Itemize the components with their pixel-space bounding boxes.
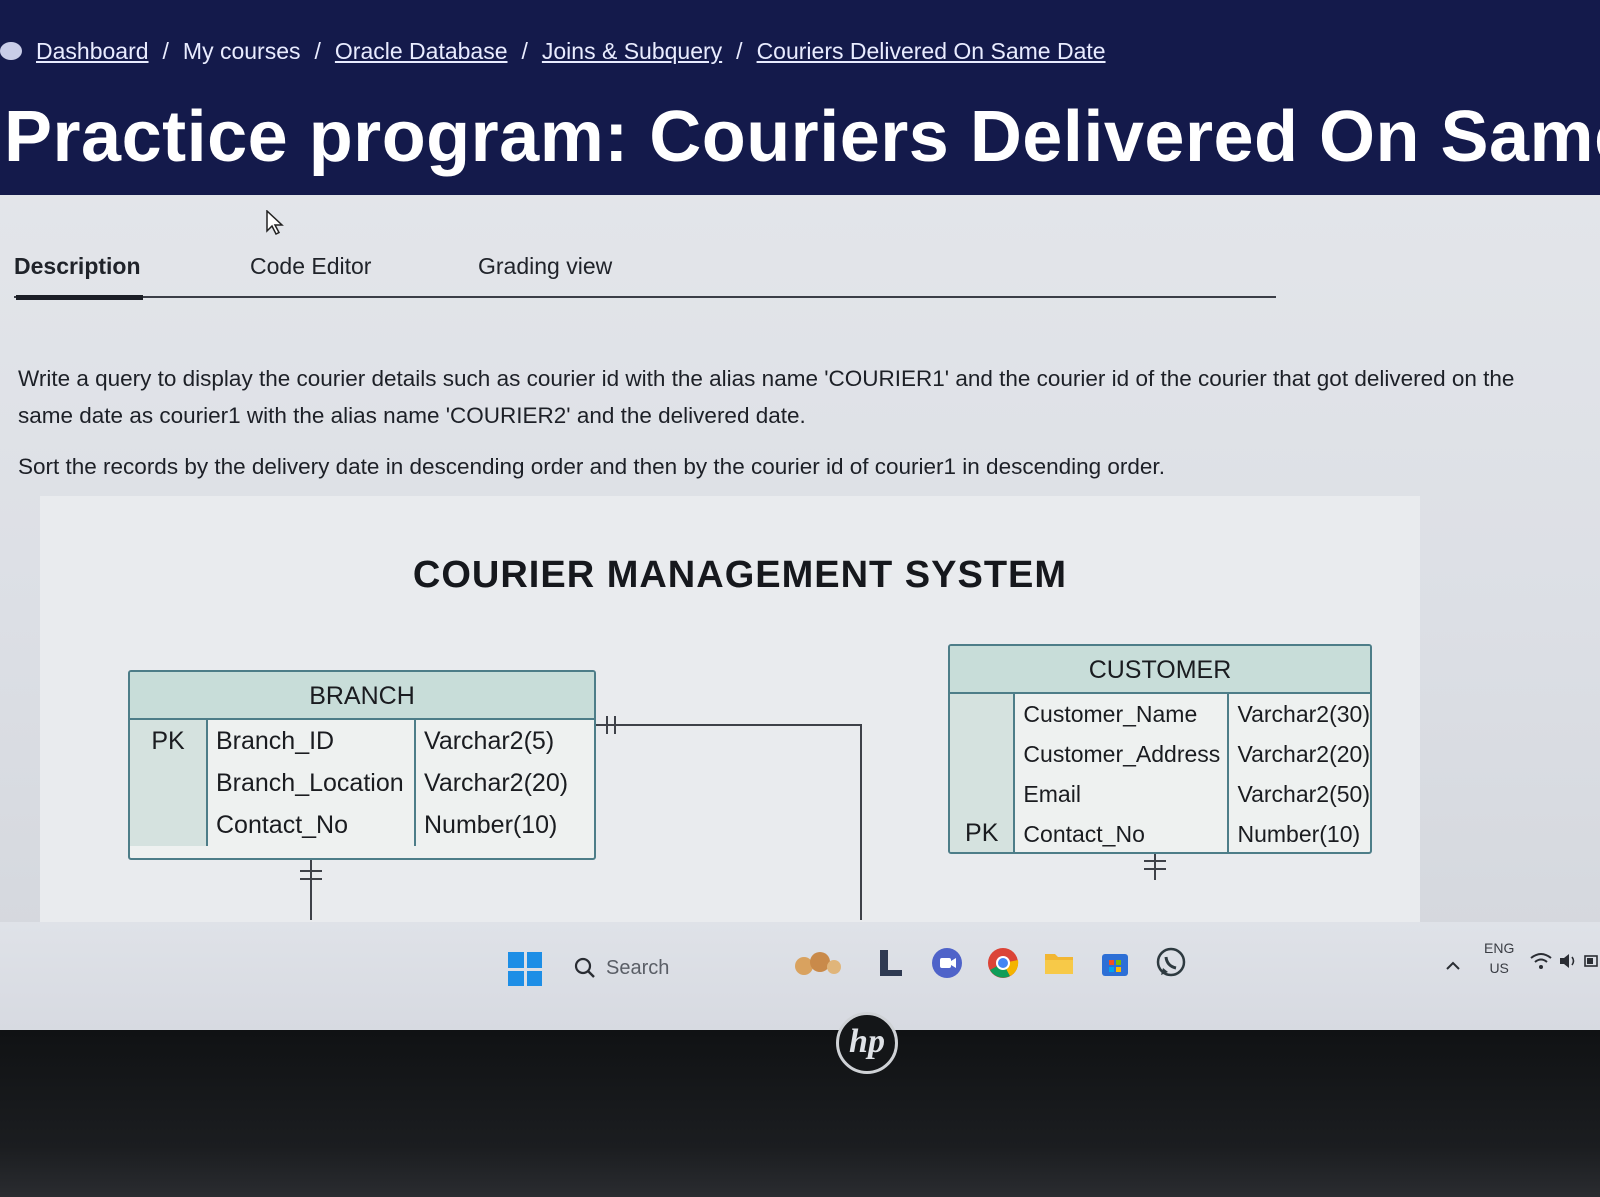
- field-name-column: Customer_Name Customer_Address Email Con…: [1015, 694, 1230, 852]
- widgets-icon[interactable]: [790, 946, 844, 980]
- language-indicator[interactable]: ENG US: [1484, 940, 1514, 976]
- tab-code-editor[interactable]: Code Editor: [250, 236, 371, 296]
- file-icon[interactable]: [874, 946, 908, 980]
- microsoft-store-icon[interactable]: [1098, 946, 1132, 980]
- screen: Dashboard / My courses / Oracle Database…: [0, 0, 1600, 1030]
- description-paragraph: Sort the records by the delivery date in…: [18, 454, 1165, 479]
- branch-entity: BRANCH PK Branch_ID Branch_Location Cont…: [128, 670, 596, 860]
- tab-bar: Description Code Editor Grading view: [14, 236, 1276, 300]
- pk-label: PK: [151, 727, 185, 755]
- field-type: Varchar2(20): [424, 769, 569, 797]
- cardinality-mark: [1144, 860, 1166, 862]
- field-type: Number(10): [424, 811, 558, 839]
- field-type: Number(10): [1237, 821, 1361, 847]
- relationship-line: [860, 724, 862, 920]
- description-paragraph: Write a query to display the courier det…: [18, 366, 1515, 428]
- battery-icon[interactable]: [1584, 954, 1598, 968]
- taskbar: Search ENG US: [0, 922, 1600, 1030]
- pk-column: PK: [950, 694, 1016, 852]
- pk-column: PK: [130, 720, 208, 846]
- search-icon: [574, 957, 595, 978]
- breadcrumb-separator: /: [162, 37, 169, 64]
- tab-description[interactable]: Description: [14, 236, 143, 300]
- tab-label: Code Editor: [250, 252, 372, 279]
- cardinality-mark: [614, 716, 616, 734]
- hp-logo: hp: [836, 1012, 898, 1074]
- relationship-line: [1154, 852, 1156, 880]
- region-label: US: [1489, 960, 1509, 976]
- wifi-icon[interactable]: [1530, 952, 1552, 970]
- breadcrumb-course[interactable]: Oracle Database: [335, 38, 508, 65]
- field-type: Varchar2(20): [1237, 741, 1370, 767]
- field-name: Branch_Location: [216, 769, 404, 797]
- field-name: Contact_No: [216, 811, 349, 839]
- breadcrumb-separator: /: [314, 37, 321, 64]
- page-title: Practice program: Couriers Delivered On …: [4, 97, 1600, 177]
- breadcrumb-separator: /: [736, 37, 743, 64]
- field-name: Contact_No: [1023, 821, 1145, 847]
- breadcrumb-separator: /: [521, 37, 528, 64]
- field-name: Email: [1023, 781, 1081, 807]
- field-name: Customer_Name: [1023, 701, 1198, 727]
- chrome-icon[interactable]: [986, 946, 1020, 980]
- relationship-line: [310, 860, 312, 920]
- entity-name: BRANCH: [130, 672, 594, 720]
- problem-description: Write a query to display the courier det…: [18, 360, 1558, 499]
- pk-label: PK: [965, 819, 999, 847]
- cardinality-mark: [300, 870, 322, 872]
- home-icon[interactable]: [0, 42, 22, 60]
- breadcrumb-my-courses[interactable]: My courses: [183, 38, 301, 65]
- field-name: Customer_Address: [1023, 741, 1221, 767]
- whatsapp-icon[interactable]: [1154, 946, 1188, 980]
- meet-icon[interactable]: [930, 946, 964, 980]
- breadcrumb-current[interactable]: Couriers Delivered On Same Date: [757, 38, 1106, 65]
- field-name: Branch_ID: [216, 727, 335, 755]
- field-type-column: Varchar2(5) Varchar2(20) Number(10): [416, 720, 594, 846]
- volume-icon[interactable]: [1558, 952, 1578, 970]
- breadcrumb-topic[interactable]: Joins & Subquery: [542, 38, 722, 65]
- search-placeholder: Search: [606, 956, 670, 979]
- tab-grading-view[interactable]: Grading view: [478, 236, 612, 296]
- field-name-column: Branch_ID Branch_Location Contact_No: [208, 720, 416, 846]
- tab-label: Grading view: [478, 252, 613, 279]
- windows-start-icon[interactable]: [508, 952, 542, 986]
- mouse-cursor-icon: [266, 210, 284, 236]
- tab-label: Description: [14, 252, 141, 279]
- entity-name: CUSTOMER: [950, 646, 1370, 694]
- customer-entity: CUSTOMER PK Customer_Name Customer_Addre…: [948, 644, 1372, 854]
- cardinality-mark: [606, 716, 608, 734]
- chevron-up-icon[interactable]: [1446, 960, 1460, 970]
- field-type: Varchar2(50): [1237, 781, 1370, 807]
- file-explorer-icon[interactable]: [1042, 946, 1076, 980]
- laptop-bezel: [0, 1030, 1600, 1197]
- field-type: Varchar2(30): [1237, 701, 1370, 727]
- page-header: Dashboard / My courses / Oracle Database…: [0, 0, 1600, 195]
- field-type: Varchar2(5): [424, 727, 555, 755]
- erd-title: COURIER MANAGEMENT SYSTEM: [412, 554, 1068, 596]
- cardinality-mark: [1144, 868, 1166, 870]
- taskbar-search[interactable]: Search: [574, 948, 754, 988]
- breadcrumb: Dashboard / My courses / Oracle Database…: [0, 34, 1106, 68]
- relationship-line: [596, 724, 860, 726]
- field-type-column: Varchar2(30) Varchar2(20) Varchar2(50) N…: [1229, 694, 1370, 852]
- breadcrumb-dashboard[interactable]: Dashboard: [36, 38, 149, 65]
- cardinality-mark: [300, 878, 322, 880]
- language-label: ENG: [1484, 940, 1515, 956]
